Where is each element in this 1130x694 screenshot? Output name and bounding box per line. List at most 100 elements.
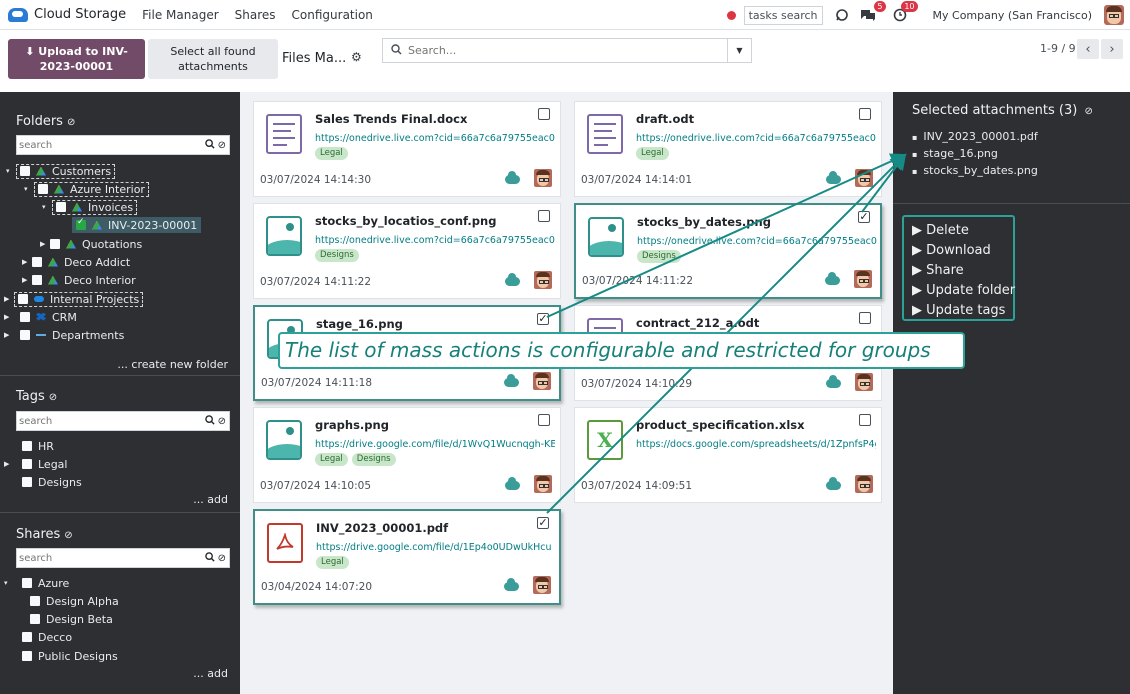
- checkbox[interactable]: [22, 651, 32, 661]
- attachment-card[interactable]: INV_2023_00001.pdf https://drive.google.c…: [253, 509, 561, 605]
- add-tag-link[interactable]: ... add: [193, 493, 228, 506]
- action-download[interactable]: ▶ Download: [912, 241, 1005, 261]
- action-update-tags[interactable]: ▶ Update tags: [912, 301, 1005, 321]
- gear-icon[interactable]: ⚙: [351, 50, 362, 64]
- expand-arrow-icon[interactable]: ▶: [22, 276, 32, 284]
- expand-arrow-icon[interactable]: ▶: [40, 240, 50, 248]
- clear-tags-icon[interactable]: ⊘: [49, 392, 57, 403]
- clear-shares-icon[interactable]: ⊘: [64, 530, 72, 541]
- clear-search-icon[interactable]: ⊘: [218, 140, 226, 151]
- checkbox[interactable]: [18, 294, 28, 304]
- checkbox[interactable]: [22, 459, 32, 469]
- company-switcher[interactable]: My Company (San Francisco): [933, 9, 1092, 22]
- upload-button[interactable]: ⬇ Upload to INV-2023-00001: [8, 39, 145, 79]
- user-avatar[interactable]: [1104, 5, 1124, 25]
- checkbox[interactable]: [32, 275, 42, 285]
- collapse-arrow-icon[interactable]: ▾: [42, 203, 52, 211]
- file-url-link[interactable]: https://drive.google.com/file/d/1WvQ1Wuc…: [315, 439, 555, 450]
- checkbox[interactable]: [32, 257, 42, 267]
- checkbox[interactable]: [30, 614, 40, 624]
- folder-crm[interactable]: ▶ CRM: [4, 309, 77, 325]
- tag-designs[interactable]: Designs: [12, 474, 82, 490]
- attachment-card[interactable]: draft.odt https://onedrive.live.com?cid=6…: [574, 101, 882, 197]
- checkbox[interactable]: [859, 108, 871, 120]
- folder-inv-2023-00001[interactable]: INV-2023-00001: [62, 217, 202, 233]
- share-decco[interactable]: Decco: [12, 629, 72, 645]
- share-azure[interactable]: ▾ Azure: [4, 575, 69, 591]
- file-name[interactable]: draft.odt: [636, 112, 694, 126]
- search-icon[interactable]: [204, 138, 215, 152]
- tasks-search-input[interactable]: tasks search: [743, 5, 823, 25]
- folder-departments[interactable]: ▶ Departments: [4, 327, 124, 343]
- checkbox[interactable]: [38, 184, 48, 194]
- checkbox-checked[interactable]: ✓: [858, 211, 870, 223]
- expand-arrow-icon[interactable]: ▶: [22, 258, 32, 266]
- clear-search-icon[interactable]: ⊘: [218, 553, 226, 564]
- image-icon[interactable]: [588, 217, 624, 257]
- share-design-alpha[interactable]: Design Alpha: [30, 593, 119, 609]
- folder-deco-interior[interactable]: ▶ Deco Interior: [22, 272, 136, 288]
- menu-file-manager[interactable]: File Manager: [142, 8, 219, 22]
- folder-quotations[interactable]: ▶ Quotations: [40, 236, 142, 252]
- action-share[interactable]: ▶ Share: [912, 261, 1005, 281]
- file-name[interactable]: INV_2023_00001.pdf: [316, 521, 448, 535]
- spreadsheet-icon[interactable]: X: [587, 420, 623, 460]
- clear-folders-icon[interactable]: ⊘: [67, 117, 75, 128]
- checkbox[interactable]: [20, 312, 30, 322]
- image-icon[interactable]: [266, 216, 302, 256]
- share-design-beta[interactable]: Design Beta: [30, 611, 113, 627]
- call-icon[interactable]: [833, 6, 851, 24]
- checkbox[interactable]: [56, 202, 66, 212]
- pager-value[interactable]: 1-9 / 9: [1040, 42, 1076, 55]
- file-url-link[interactable]: https://onedrive.live.com?cid=66a7c6a797…: [315, 133, 555, 144]
- search-input[interactable]: [406, 40, 727, 61]
- file-name[interactable]: stage_16.png: [316, 317, 403, 331]
- file-url-link[interactable]: https://drive.google.com/file/d/1Ep4o0UD…: [316, 542, 556, 553]
- attachment-card[interactable]: graphs.png https://drive.google.com/file/…: [253, 407, 561, 503]
- checkbox[interactable]: [30, 596, 40, 606]
- folder-azure-interior[interactable]: ▾ Azure Interior: [24, 181, 149, 197]
- expand-arrow-icon[interactable]: ▶: [4, 331, 14, 339]
- folders-search-input[interactable]: [17, 136, 205, 154]
- attachment-card[interactable]: Sales Trends Final.docx https://onedrive.…: [253, 101, 561, 197]
- create-new-folder-link[interactable]: ... create new folder: [117, 358, 228, 371]
- activity-clock-icon[interactable]: 10: [891, 1, 918, 24]
- attachment-card[interactable]: stocks_by_locatios_conf.png https://onedr…: [253, 203, 561, 299]
- tags-search-input[interactable]: [17, 412, 205, 430]
- expand-arrow-icon[interactable]: ▶: [4, 460, 14, 468]
- action-update-folder[interactable]: ▶ Update folder: [912, 281, 1015, 301]
- checkbox[interactable]: [859, 414, 871, 426]
- file-url-link[interactable]: https://docs.google.com/spreadsheets/d/1…: [636, 439, 876, 450]
- checkbox-checked[interactable]: ✓: [537, 517, 549, 529]
- collapse-arrow-icon[interactable]: ▾: [4, 579, 14, 587]
- file-url-link[interactable]: https://onedrive.live.com?cid=66a7c6a797…: [636, 133, 876, 144]
- tag-legal[interactable]: ▶ Legal: [4, 456, 67, 472]
- folder-customers[interactable]: ▾ Customers: [6, 163, 116, 179]
- checkbox[interactable]: [538, 108, 550, 120]
- folder-invoices[interactable]: ▾ Invoices: [42, 199, 138, 215]
- menu-configuration[interactable]: Configuration: [292, 8, 373, 22]
- document-icon[interactable]: [266, 114, 302, 154]
- folder-internal-projects[interactable]: ▶ Internal Projects: [4, 291, 144, 307]
- menu-shares[interactable]: Shares: [235, 8, 276, 22]
- attachment-card[interactable]: Xproduct_specification.xlsx https://docs.…: [574, 407, 882, 503]
- checkbox[interactable]: [50, 239, 60, 249]
- image-icon[interactable]: [266, 420, 302, 460]
- pdf-icon[interactable]: [267, 523, 303, 563]
- clear-search-icon[interactable]: ⊘: [218, 416, 226, 427]
- checkbox-checked[interactable]: [76, 217, 86, 230]
- select-all-button[interactable]: Select all found attachments: [148, 39, 278, 79]
- attachment-card[interactable]: stocks_by_dates.png https://onedrive.live…: [574, 203, 882, 299]
- search-icon[interactable]: [204, 414, 215, 428]
- action-delete[interactable]: ▶ Delete: [912, 221, 1005, 241]
- checkbox[interactable]: [20, 330, 30, 340]
- app-name[interactable]: Cloud Storage: [34, 7, 126, 22]
- pager-next-button[interactable]: ›: [1101, 39, 1123, 59]
- search-icon[interactable]: [204, 551, 215, 565]
- shares-search-input[interactable]: [17, 549, 205, 567]
- messages-icon[interactable]: 5: [859, 1, 886, 24]
- file-url-link[interactable]: https://onedrive.live.com?cid=66a7c6a797…: [637, 236, 877, 247]
- expand-arrow-icon[interactable]: ▶: [4, 295, 14, 303]
- collapse-arrow-icon[interactable]: ▾: [6, 167, 16, 175]
- file-name[interactable]: contract_212_a.odt: [636, 316, 759, 330]
